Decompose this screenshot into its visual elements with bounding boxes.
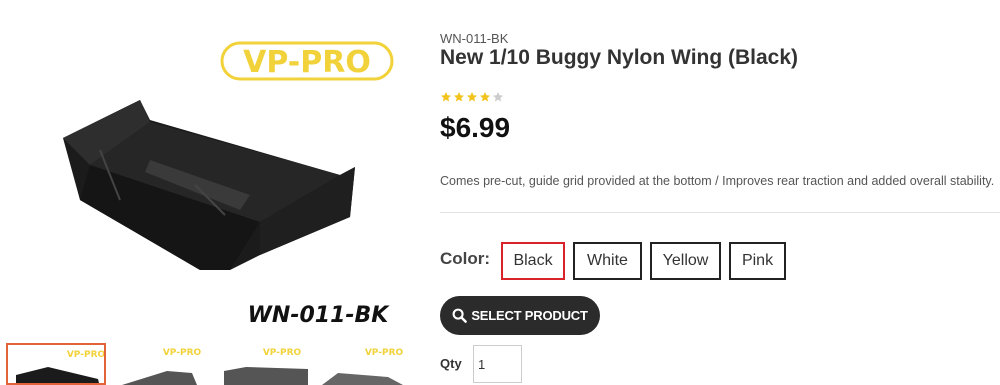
star-icon [454, 92, 464, 102]
product-image-graphic: VP-PRO WN-011-BK [63, 41, 394, 328]
product-description: Comes pre-cut, guide grid provided at th… [440, 174, 995, 188]
quantity-input[interactable] [473, 345, 522, 383]
product-title: New 1/10 Buggy Nylon Wing (Black) [440, 46, 799, 69]
color-option-pink[interactable]: Pink [729, 242, 786, 280]
color-option-yellow[interactable]: Yellow [650, 242, 721, 280]
quantity-label: Qty [440, 356, 462, 371]
wing-illustration [63, 100, 355, 270]
color-option-black[interactable]: Black [501, 242, 565, 280]
thumbnail-logo: VP-PRO [163, 348, 202, 358]
product-price: $6.99 [440, 112, 511, 143]
product-sku: WN-011-BK [440, 31, 509, 46]
product-gallery: VP-PRO WN-011-BK VP-PRO VP-PRO VP-PRO VP… [0, 0, 420, 385]
search-icon [452, 308, 468, 323]
star-icon [493, 92, 503, 102]
thumbnail-logo: VP-PRO [67, 350, 106, 360]
main-product-image[interactable]: VP-PRO WN-011-BK [0, 0, 420, 338]
select-product-button[interactable]: SELECT PRODUCT [440, 296, 600, 335]
color-option-white[interactable]: White [573, 242, 642, 280]
product-info: WN-011-BK New 1/10 Buggy Nylon Wing (Bla… [440, 0, 1000, 383]
star-rating [440, 91, 504, 103]
select-product-label: SELECT PRODUCT [471, 308, 588, 323]
thumbnail-logo: VP-PRO [263, 348, 302, 358]
thumbnail-2[interactable]: VP-PRO [112, 343, 212, 385]
star-icon [441, 92, 451, 102]
brand-logo-text: VP-PRO [243, 45, 371, 80]
thumbnail-1[interactable]: VP-PRO [6, 343, 106, 385]
star-icon [467, 92, 477, 102]
thumbnail-4[interactable]: VP-PRO [318, 343, 418, 385]
vp-pro-logo: VP-PRO [220, 41, 394, 81]
thumbnail-3[interactable]: VP-PRO [216, 343, 316, 385]
thumbnail-strip: VP-PRO VP-PRO VP-PRO VP-PRO [0, 340, 420, 385]
part-code-label: WN-011-BK [248, 303, 391, 328]
thumbnail-logo: VP-PRO [365, 348, 404, 358]
divider [440, 212, 1000, 213]
color-label: Color: [440, 249, 491, 268]
star-icon [480, 92, 490, 102]
